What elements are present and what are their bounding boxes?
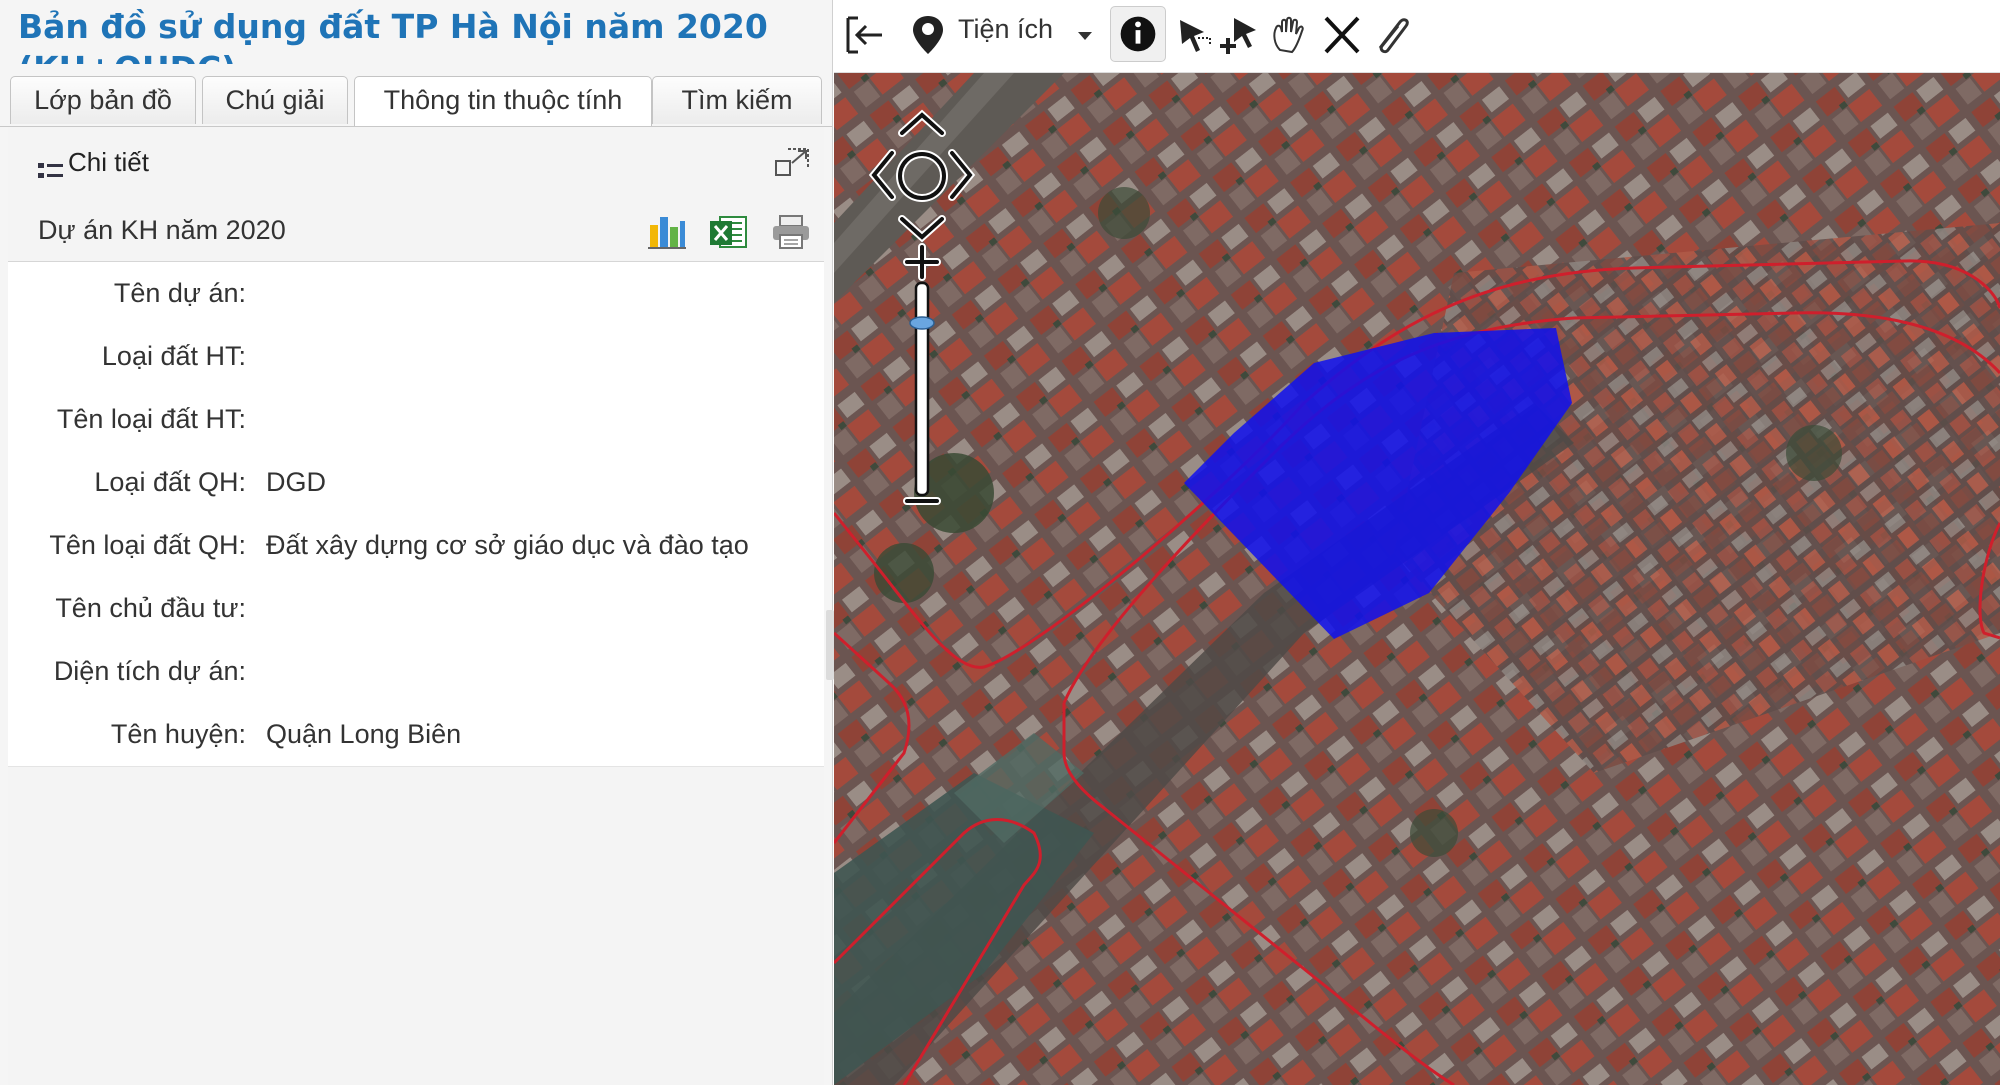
attribute-row: Tên dự án: (8, 262, 824, 326)
select-add-icon[interactable] (1218, 12, 1264, 58)
pan-hand-icon[interactable] (1268, 12, 1308, 58)
clear-icon[interactable] (1320, 12, 1364, 58)
detail-header[interactable]: Chi tiết (8, 127, 824, 198)
expand-icon[interactable] (774, 147, 810, 179)
attribute-row: Loại đất HT: (8, 325, 824, 389)
excel-icon[interactable] (708, 213, 748, 251)
pan-center-icon[interactable] (896, 150, 948, 202)
attribute-label: Tên dự án: (113, 278, 246, 308)
pan-down-icon[interactable] (898, 215, 946, 243)
attribute-panel: Chi tiết Dự án KH năm 2020 Tên dự án: Lo… (8, 127, 824, 1085)
app-title: Bản đồ sử dụng đất TP Hà Nội năm 2020 (K… (18, 7, 768, 64)
attribute-row: Diện tích dự án: (8, 640, 824, 704)
select-icon[interactable] (1174, 12, 1214, 58)
detail-label: Chi tiết (68, 147, 149, 177)
pan-right-icon[interactable] (948, 149, 976, 201)
tab-map-layers[interactable]: Lớp bản đồ (10, 76, 196, 124)
satellite-imagery[interactable] (834, 73, 2000, 1085)
attribute-row: Tên loại đất HT: (8, 388, 824, 452)
map-toolbar: Tiện ích (834, 0, 2000, 73)
zoom-in-icon[interactable] (903, 243, 941, 281)
attribute-label: Diện tích dự án: (53, 656, 246, 686)
location-icon[interactable] (908, 12, 948, 58)
tab-search[interactable]: Tìm kiếm (652, 76, 822, 124)
map-view[interactable] (834, 73, 2000, 1085)
tab-attribute-info[interactable]: Thông tin thuộc tính (354, 76, 652, 126)
zoom-slider[interactable] (909, 281, 935, 497)
attribute-label: Tên loại đất HT: (56, 404, 246, 434)
layer-header: Dự án KH năm 2020 (8, 197, 824, 262)
attribute-value: Quận Long Biên (266, 719, 462, 749)
attribute-row: Tên loại đất QH: Đất xây dựng cơ sở giáo… (8, 514, 824, 578)
attribute-value: DGD (266, 467, 326, 497)
attribute-label: Loại đất HT: (101, 341, 246, 371)
utilities-menu[interactable]: Tiện ích (958, 14, 1053, 45)
tab-bar: Lớp bản đồ Chú giải Thông tin thuộc tính… (0, 68, 832, 127)
info-icon[interactable] (1110, 6, 1166, 62)
attribute-label: Loại đất QH: (94, 467, 246, 497)
pan-up-icon[interactable] (898, 109, 946, 137)
attribute-label: Tên loại đất QH: (49, 530, 246, 560)
attach-icon[interactable] (1370, 12, 1414, 58)
chart-icon[interactable] (646, 213, 686, 251)
panel-splitter[interactable] (826, 610, 834, 680)
left-panel: Bản đồ sử dụng đất TP Hà Nội năm 2020 (K… (0, 0, 833, 1085)
tab-legend[interactable]: Chú giải (202, 76, 348, 124)
attribute-label: Tên huyện: (110, 719, 246, 749)
attribute-value: Đất xây dựng cơ sở giáo dục và đào tạo (266, 530, 749, 560)
attribute-label: Tên chủ đầu tư: (55, 593, 246, 623)
attribute-row: Loại đất QH: DGD (8, 451, 824, 515)
layer-name: Dự án KH năm 2020 (38, 215, 286, 245)
dropdown-arrow-icon[interactable] (1076, 30, 1094, 42)
print-icon[interactable] (770, 213, 812, 251)
pan-left-icon[interactable] (868, 149, 896, 201)
map-navigation-control (868, 109, 976, 505)
list-icon (38, 163, 63, 178)
attribute-row: Tên chủ đầu tư: (8, 577, 824, 641)
attribute-row: Tên huyện: Quận Long Biên (8, 703, 824, 767)
exit-icon[interactable] (844, 12, 888, 58)
